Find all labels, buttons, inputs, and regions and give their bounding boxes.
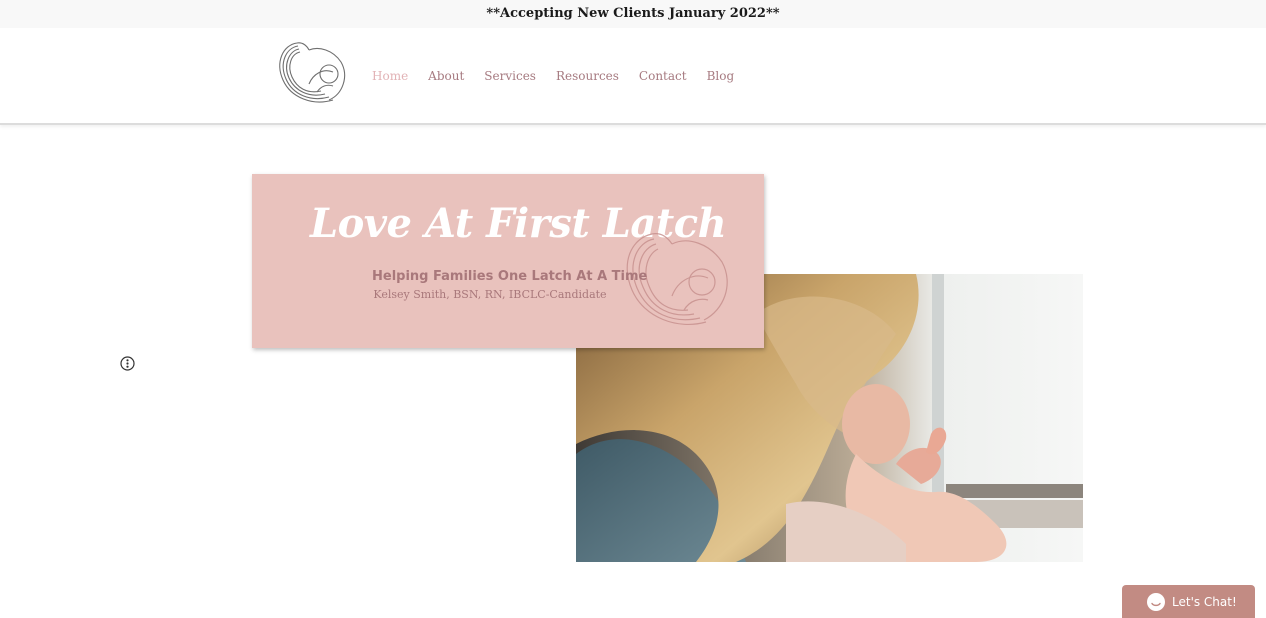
site-header: Home About Services Resources Contact Bl… [0,28,1266,125]
hero-tagline: Helping Families One Latch At A Time [372,269,648,284]
hero-credentials: Kelsey Smith, BSN, RN, IBCLC-Candidate [373,288,607,301]
heart-logo-icon[interactable] [273,40,349,108]
nav-services[interactable]: Services [484,69,536,83]
hero-card: Love At First Latch Helping Families One… [252,174,764,348]
chat-label: Let's Chat! [1172,594,1237,609]
announcement-bar: **Accepting New Clients January 2022** [0,0,1266,28]
main-nav: Home About Services Resources Contact Bl… [372,69,754,83]
nav-blog[interactable]: Blog [707,69,735,83]
more-vertical-icon[interactable] [120,356,135,371]
nav-home[interactable]: Home [372,69,408,83]
nav-resources[interactable]: Resources [556,69,619,83]
announcement-text: **Accepting New Clients January 2022** [486,6,780,21]
nav-about[interactable]: About [428,69,464,83]
chat-face-icon [1147,592,1165,611]
nav-contact[interactable]: Contact [639,69,687,83]
chat-button[interactable]: Let's Chat! [1122,585,1255,618]
